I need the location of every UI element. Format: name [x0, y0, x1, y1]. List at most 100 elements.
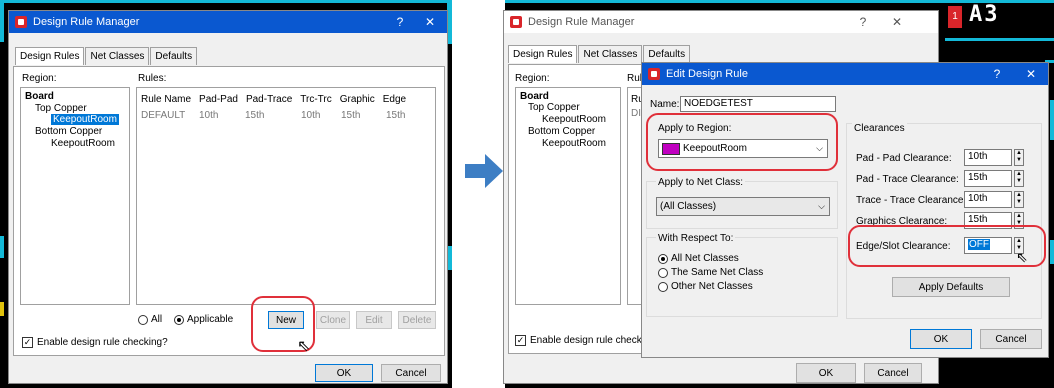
chevron-down-icon[interactable]: ⌵ [818, 201, 825, 212]
col-rule-name[interactable]: Rule Name [141, 94, 191, 105]
tree-top-keepout-back[interactable]: KeepoutRoom [542, 114, 606, 125]
rules-header-row: Rule Name Pad-Pad Pad-Trace Trc-Trc Grap… [141, 94, 406, 105]
ok-button-back[interactable]: OK [796, 363, 856, 383]
help-button[interactable]: ? [385, 11, 415, 33]
dialog-titlebar[interactable]: Design Rule Manager ? ✕ [9, 11, 447, 33]
radio-all-net-classes[interactable]: All Net Classes [658, 253, 739, 264]
cursor-icon: ⇖ [1016, 249, 1028, 265]
pad-pad-label: Pad - Pad Clearance: [856, 153, 952, 164]
pcb-designator: A3 [969, 2, 1000, 27]
col-graphic[interactable]: Graphic [340, 94, 375, 105]
rules-table[interactable]: Rule Name Pad-Pad Pad-Trace Trc-Trc Grap… [136, 87, 436, 305]
tab-design-rules-back[interactable]: Design Rules [508, 45, 578, 63]
radio-all[interactable]: All [138, 314, 162, 325]
ok-button[interactable]: OK [315, 364, 373, 382]
tree-bottom-keepout[interactable]: KeepoutRoom [51, 138, 115, 149]
help-button-back[interactable]: ? [848, 11, 878, 33]
radio-other-net-classes[interactable]: Other Net Classes [658, 281, 753, 292]
tree-bottom-keepout-back[interactable]: KeepoutRoom [542, 138, 606, 149]
close-icon[interactable]: ✕ [415, 11, 445, 33]
tab-defaults[interactable]: Defaults [150, 47, 198, 65]
trace-trace-spinner[interactable]: ▲ ▼ [1014, 191, 1024, 208]
apply-defaults-button[interactable]: Apply Defaults [892, 277, 1010, 297]
app-icon-back [510, 16, 522, 28]
edit-close-icon[interactable]: ✕ [1016, 63, 1046, 85]
netclass-value: (All Classes) [660, 201, 717, 212]
check-icon[interactable]: ✓ [22, 337, 33, 348]
tree-top-copper-back[interactable]: Top Copper [528, 102, 580, 113]
cancel-button[interactable]: Cancel [381, 364, 441, 382]
delete-rule-button[interactable]: Delete [398, 311, 436, 329]
clearances-label: Clearances [852, 123, 907, 134]
arrow-right-icon [465, 154, 503, 188]
radio-same-net-class-circle[interactable] [658, 267, 668, 278]
pad-trace-spinner[interactable]: ▲ ▼ [1014, 170, 1024, 187]
cursor-icon: ⇖ [297, 338, 311, 355]
rules-label: Rules: [138, 73, 167, 84]
tab-defaults-back[interactable]: Defaults [643, 45, 691, 63]
cell-pad-pad: 10th [199, 110, 219, 121]
col-pad-pad[interactable]: Pad-Pad [199, 94, 238, 105]
region-tree-back[interactable]: Board Top Copper KeepoutRoom Bottom Copp… [515, 87, 621, 305]
pad-trace-label: Pad - Trace Clearance: [856, 174, 959, 185]
radio-other-net-classes-label: Other Net Classes [671, 281, 753, 292]
rules-label-back: Rul [627, 73, 643, 84]
tab-net-classes[interactable]: Net Classes [85, 47, 150, 65]
close-icon-back[interactable]: ✕ [882, 11, 912, 33]
col-trc-trc[interactable]: Trc-Trc [300, 94, 331, 105]
radio-applicable-label: Applicable [187, 314, 234, 325]
edit-rule-button[interactable]: Edit [356, 311, 392, 329]
cell-pad-trace: 15th [245, 110, 265, 121]
cell-rule-name: DEFAULT [141, 110, 186, 121]
name-field[interactable]: NOEDGETEST [680, 96, 836, 112]
radio-all-net-classes-circle[interactable] [658, 253, 668, 264]
col-edge[interactable]: Edge [383, 94, 406, 105]
netclass-dropdown[interactable]: (All Classes) ⌵ [656, 197, 830, 216]
region-tree[interactable]: Board Top Copper KeepoutRoom Bottom Copp… [20, 87, 130, 305]
tree-bottom-copper[interactable]: Bottom Copper [35, 126, 102, 137]
enable-drc-label-back: Enable design rule checkin [530, 335, 650, 346]
radio-applicable-circle[interactable] [174, 314, 184, 325]
tree-top-copper[interactable]: Top Copper [35, 103, 87, 114]
pad-pad-field[interactable]: 10th [964, 149, 1012, 166]
radio-applicable[interactable]: Applicable [174, 314, 233, 325]
clone-rule-button[interactable]: Clone [316, 311, 350, 329]
radio-all-circle[interactable] [138, 314, 148, 325]
dialog-title-back: Design Rule Manager [528, 16, 635, 28]
pcb-pad: 1 [948, 6, 962, 28]
edit-ok-button[interactable]: OK [910, 329, 972, 349]
col-pad-trace[interactable]: Pad-Trace [246, 94, 292, 105]
tab-design-rules[interactable]: Design Rules [15, 47, 85, 65]
pad-trace-field[interactable]: 15th [964, 170, 1012, 187]
highlight-apply-region [646, 113, 838, 171]
radio-same-net-class[interactable]: The Same Net Class [658, 267, 763, 278]
edit-app-icon [648, 68, 660, 80]
apply-netclass-label: Apply to Net Class: [656, 177, 746, 188]
radio-all-label: All [151, 314, 163, 325]
tree-board[interactable]: Board [25, 91, 54, 102]
tab-net-classes-back[interactable]: Net Classes [578, 45, 643, 63]
enable-drc-label: Enable design rule checking? [37, 337, 168, 348]
name-label: Name: [650, 99, 680, 110]
cancel-button-back[interactable]: Cancel [864, 363, 922, 383]
edit-design-rule-dialog: Edit Design Rule ? ✕ Name: NOEDGETEST Ap… [641, 62, 1049, 358]
cell-trc-trc: 10th [301, 110, 321, 121]
pad-pad-spinner[interactable]: ▲ ▼ [1014, 149, 1024, 166]
check-icon-back[interactable]: ✓ [515, 335, 526, 346]
radio-same-net-class-label: The Same Net Class [671, 267, 764, 278]
edit-dialog-title: Edit Design Rule [666, 68, 748, 80]
tree-board-back[interactable]: Board [520, 91, 549, 102]
region-label-back: Region: [515, 73, 550, 84]
edit-dialog-titlebar[interactable]: Edit Design Rule ? ✕ [642, 63, 1048, 85]
app-icon [15, 16, 27, 28]
tree-bottom-copper-back[interactable]: Bottom Copper [528, 126, 595, 137]
tree-top-keepout[interactable]: KeepoutRoom [51, 114, 119, 125]
dialog-titlebar-back[interactable]: Design Rule Manager ? ✕ [504, 11, 938, 33]
edit-cancel-button[interactable]: Cancel [980, 329, 1042, 349]
enable-drc-checkbox[interactable]: ✓ Enable design rule checking? [22, 337, 168, 348]
trace-trace-field[interactable]: 10th [964, 191, 1012, 208]
enable-drc-checkbox-back[interactable]: ✓ Enable design rule checkin [515, 335, 650, 346]
radio-all-net-classes-label: All Net Classes [671, 253, 739, 264]
radio-other-net-classes-circle[interactable] [658, 281, 668, 292]
edit-help-button[interactable]: ? [982, 63, 1012, 85]
